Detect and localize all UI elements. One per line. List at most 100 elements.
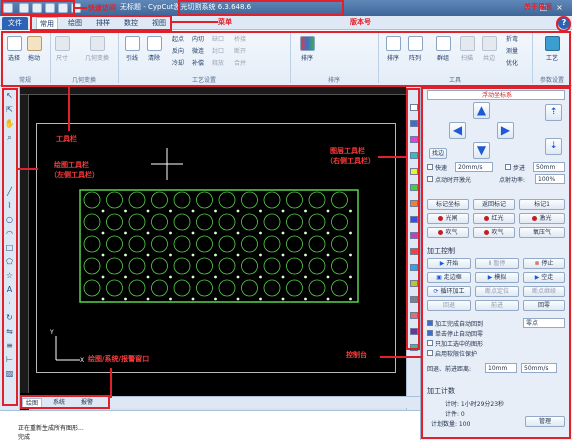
pattern-ring [286, 213, 303, 231]
close-button[interactable]: × [554, 3, 565, 13]
pattern-ring [218, 191, 236, 209]
pattern-dot [281, 231, 285, 235]
pattern-dot [191, 253, 195, 257]
pattern-dot [349, 209, 352, 213]
toolbar-lead [68, 87, 70, 131]
pattern-ring [241, 257, 258, 275]
pattern-ring [286, 191, 303, 209]
pattern-ring [196, 191, 213, 209]
drawing-canvas[interactable]: Y X [20, 86, 406, 410]
pattern-ring [241, 279, 258, 297]
pattern-dot [169, 209, 172, 213]
pattern-dot [101, 231, 105, 235]
status-window-annotation: 绘图/系统/报警窗口 [88, 355, 150, 363]
layer-toolbar-annotation-sub: （右侧工具栏） [326, 157, 375, 165]
pattern-dot [146, 297, 150, 301]
pattern-ring [83, 191, 101, 209]
pattern-dot [281, 275, 285, 279]
pattern-dot [169, 275, 172, 279]
pattern-dot [326, 297, 330, 301]
about-callout [556, 16, 571, 32]
pattern-ring [196, 235, 213, 253]
pattern-ring [308, 257, 326, 275]
pattern-dot [304, 253, 307, 257]
layer-toolbar-callout [406, 88, 420, 350]
pattern-ring [173, 257, 191, 275]
pattern-dot [281, 253, 285, 257]
pattern-dot [236, 231, 240, 235]
pattern-ring [331, 191, 348, 209]
pattern-dot [191, 209, 195, 213]
pattern-dot [191, 275, 195, 279]
console-annotation: 控制台 [346, 351, 367, 359]
pattern-ring [106, 257, 123, 275]
pattern-ring [173, 213, 191, 231]
pattern-ring [106, 279, 123, 297]
console-callout [421, 87, 571, 439]
pattern-dot [259, 297, 262, 301]
status-window-lead [110, 368, 112, 398]
pattern-dot [214, 209, 217, 213]
pattern-ring [263, 235, 281, 253]
pattern-ring [218, 235, 236, 253]
menu-lead [172, 21, 218, 23]
pattern-dot [146, 209, 150, 213]
pattern-dot [124, 253, 127, 257]
pattern-ring [308, 279, 326, 297]
draw-toolbar-lead [18, 168, 38, 170]
pattern-ring [151, 213, 168, 231]
pattern-ring [196, 279, 213, 297]
pattern-ring [331, 257, 348, 275]
console-lead [380, 356, 421, 358]
pattern-ring [286, 235, 303, 253]
pattern-dot [349, 253, 352, 257]
pattern-ring [128, 257, 146, 275]
pattern-ring [151, 191, 168, 209]
pattern-ring [196, 213, 213, 231]
toolbar-annotation: 工具栏 [56, 135, 77, 143]
pattern-dot [259, 275, 262, 279]
pattern-dot [124, 231, 127, 235]
decorative-pattern [83, 191, 352, 301]
output-line: 正在重新生成所有图形... [18, 425, 84, 432]
pattern-dot [281, 297, 285, 301]
x-axis-letter: X [80, 357, 84, 364]
pattern-dot [214, 275, 217, 279]
pattern-ring [241, 191, 258, 209]
pattern-dot [326, 253, 330, 257]
pattern-dot [101, 253, 105, 257]
version-callout [178, 0, 344, 16]
pattern-dot [304, 297, 307, 301]
pattern-dot [326, 209, 330, 213]
pattern-dot [326, 275, 330, 279]
pattern-dot [304, 209, 307, 213]
y-axis-letter: Y [49, 329, 54, 336]
pattern-ring [196, 257, 213, 275]
output-window: 正在重新生成所有图形... 完成 [0, 410, 420, 440]
pattern-ring [83, 279, 101, 297]
pattern-ring [83, 235, 101, 253]
quick-access-callout [1, 0, 75, 16]
version-annotation: 版本号 [350, 18, 371, 26]
status-window-callout [20, 395, 110, 409]
pattern-dot [304, 275, 307, 279]
pattern-ring [128, 235, 146, 253]
pattern-dot [349, 231, 352, 235]
pattern-ring [241, 235, 258, 253]
pattern-ring [218, 257, 236, 275]
pattern-dot [101, 209, 105, 213]
pattern-dot [124, 209, 127, 213]
pattern-dot [146, 253, 150, 257]
drawing-layer: Y X [49, 148, 359, 364]
menu-callout [30, 15, 172, 31]
tab-file[interactable]: 文件 [2, 17, 28, 30]
pattern-ring [106, 213, 123, 231]
pattern-ring [286, 257, 303, 275]
pattern-ring [263, 191, 281, 209]
pattern-ring [263, 257, 281, 275]
layer-toolbar-lead [378, 156, 406, 158]
pattern-ring [308, 213, 326, 231]
pattern-dot [101, 275, 105, 279]
pattern-dot [214, 231, 217, 235]
pattern-dot [214, 297, 217, 301]
